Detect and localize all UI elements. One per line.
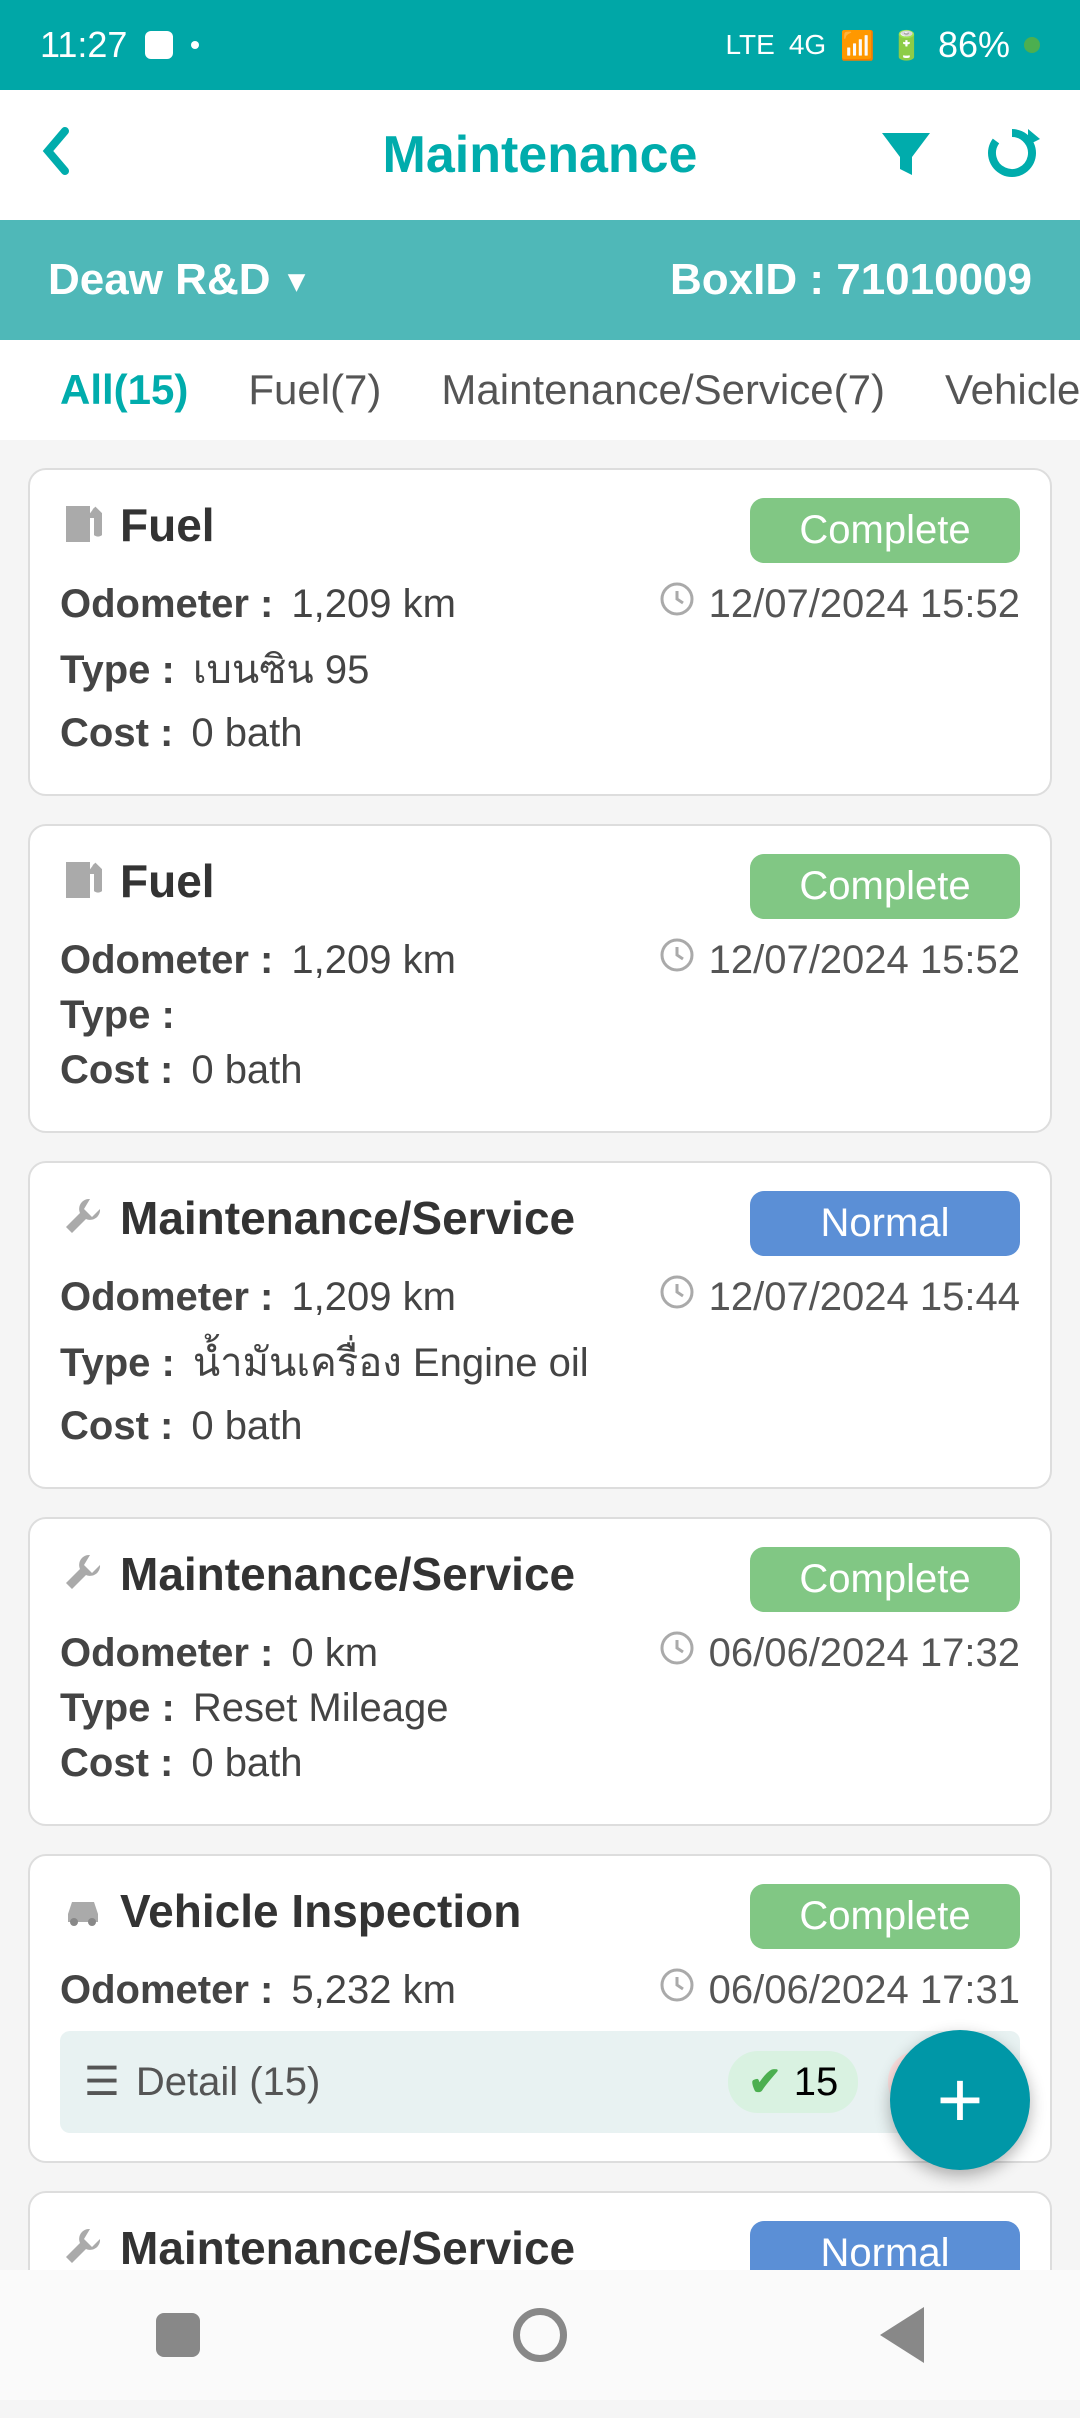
record-card[interactable]: Maintenance/Service Complete Odometer : 0 k…: [28, 1517, 1052, 1826]
datetime-value: 12/07/2024 15:44: [709, 1275, 1020, 1320]
app-header: Maintenance: [0, 90, 1080, 220]
status-badge: Normal: [750, 1191, 1020, 1256]
status-dot: [191, 41, 199, 49]
cost-value: 0 bath: [191, 1404, 302, 1448]
check-icon: ✔: [748, 2059, 782, 2105]
location-dropdown[interactable]: Deaw R&D ▾: [48, 255, 305, 305]
status-badge: Complete: [750, 854, 1020, 919]
datetime-value: 06/06/2024 17:31: [709, 1968, 1020, 2013]
datetime-value: 06/06/2024 17:32: [709, 1631, 1020, 1676]
cost-label: Cost :: [60, 1741, 173, 1785]
odometer-value: 1,209 km: [291, 1275, 456, 1319]
sub-header: Deaw R&D ▾ BoxID : 71010009: [0, 220, 1080, 340]
cost-label: Cost :: [60, 1404, 173, 1448]
nav-recent-button[interactable]: [156, 2313, 200, 2357]
wrench-icon: [60, 2223, 106, 2274]
back-icon: [40, 126, 70, 176]
list-icon: ☰: [84, 2059, 120, 2105]
status-time: 11:27: [40, 24, 127, 66]
fuel-icon: [60, 856, 106, 907]
plus-icon: +: [937, 2054, 984, 2146]
detail-bar[interactable]: ☰Detail (15)✔ 15✖ 0: [60, 2031, 1020, 2133]
battery-pct: 86%: [938, 24, 1010, 66]
card-title: Maintenance/Service: [120, 1547, 575, 1601]
status-green-dot: [1024, 37, 1040, 53]
cost-value: 0 bath: [191, 1048, 302, 1092]
clock-icon: [659, 1630, 695, 1676]
refresh-icon: [984, 125, 1040, 181]
cost-value: 0 bath: [191, 711, 302, 755]
boxid-value: 71010009: [836, 255, 1032, 304]
type-label: Type :: [60, 1686, 175, 1730]
tab-maintenance[interactable]: Maintenance/Service(7): [411, 366, 915, 414]
odometer-label: Odometer :: [60, 938, 273, 982]
type-label: Type :: [60, 648, 175, 692]
network-4g-icon: 4G: [789, 29, 826, 61]
clock-icon: [659, 1274, 695, 1320]
pass-count: ✔ 15: [728, 2051, 858, 2113]
battery-icon: 🔋: [889, 29, 924, 62]
odometer-label: Odometer :: [60, 1275, 273, 1319]
car-icon: [60, 1886, 106, 1937]
card-title: Vehicle Inspection: [120, 1884, 521, 1938]
cost-value: 0 bath: [191, 1741, 302, 1785]
status-badge: Complete: [750, 1547, 1020, 1612]
status-badge: Complete: [750, 498, 1020, 563]
signal-icon: 📶: [840, 29, 875, 62]
odometer-value: 1,209 km: [291, 582, 456, 626]
fuel-icon: [60, 500, 106, 551]
status-badge: Complete: [750, 1884, 1020, 1949]
type-value: เบนซิน 95: [193, 648, 370, 692]
datetime-value: 12/07/2024 15:52: [709, 582, 1020, 627]
boxid-label: BoxID :: [670, 255, 824, 304]
status-app-icon: [145, 31, 173, 59]
card-title: Fuel: [120, 854, 215, 908]
volte-icon: LTE: [726, 29, 775, 61]
odometer-label: Odometer :: [60, 1968, 273, 2012]
datetime-value: 12/07/2024 15:52: [709, 938, 1020, 983]
wrench-icon: [60, 1549, 106, 1600]
type-value: Reset Mileage: [193, 1686, 449, 1730]
clock-icon: [659, 581, 695, 627]
odometer-value: 0 km: [291, 1631, 378, 1675]
location-label: Deaw R&D: [48, 255, 271, 305]
odometer-label: Odometer :: [60, 1631, 273, 1675]
type-label: Type :: [60, 1341, 175, 1385]
type-value: น้ำมันเครื่อง Engine oil: [193, 1341, 589, 1385]
wrench-icon: [60, 1193, 106, 1244]
back-button[interactable]: [40, 121, 70, 190]
card-title: Maintenance/Service: [120, 2221, 575, 2275]
type-label: Type :: [60, 993, 175, 1037]
odometer-label: Odometer :: [60, 582, 273, 626]
chevron-down-icon: ▾: [289, 261, 305, 299]
page-title: Maintenance: [383, 125, 698, 185]
nav-back-button[interactable]: [880, 2307, 924, 2363]
tab-all[interactable]: All(15): [30, 366, 218, 414]
add-button[interactable]: +: [890, 2030, 1030, 2170]
clock-icon: [659, 937, 695, 983]
card-title: Maintenance/Service: [120, 1191, 575, 1245]
funnel-icon: [878, 125, 934, 181]
cost-label: Cost :: [60, 711, 173, 755]
odometer-value: 5,232 km: [291, 1968, 456, 2012]
record-card[interactable]: Fuel Complete Odometer : 1,209 km 12/07/2024…: [28, 468, 1052, 796]
status-bar: 11:27 LTE 4G 📶 🔋 86%: [0, 0, 1080, 90]
detail-label: Detail (15): [136, 2060, 321, 2105]
android-nav-bar: [0, 2270, 1080, 2400]
clock-icon: [659, 1967, 695, 2013]
record-card[interactable]: Fuel Complete Odometer : 1,209 km 12/07/2024…: [28, 824, 1052, 1133]
odometer-value: 1,209 km: [291, 938, 456, 982]
nav-home-button[interactable]: [513, 2308, 567, 2362]
tabs: All(15) Fuel(7) Maintenance/Service(7) V…: [0, 340, 1080, 440]
record-card[interactable]: Maintenance/Service Normal Odometer : 1,209…: [28, 1161, 1052, 1489]
tab-fuel[interactable]: Fuel(7): [218, 366, 411, 414]
cost-label: Cost :: [60, 1048, 173, 1092]
card-title: Fuel: [120, 498, 215, 552]
filter-button[interactable]: [878, 125, 934, 186]
tab-inspection[interactable]: Vehicle Inspection(: [915, 366, 1080, 414]
refresh-button[interactable]: [984, 125, 1040, 186]
